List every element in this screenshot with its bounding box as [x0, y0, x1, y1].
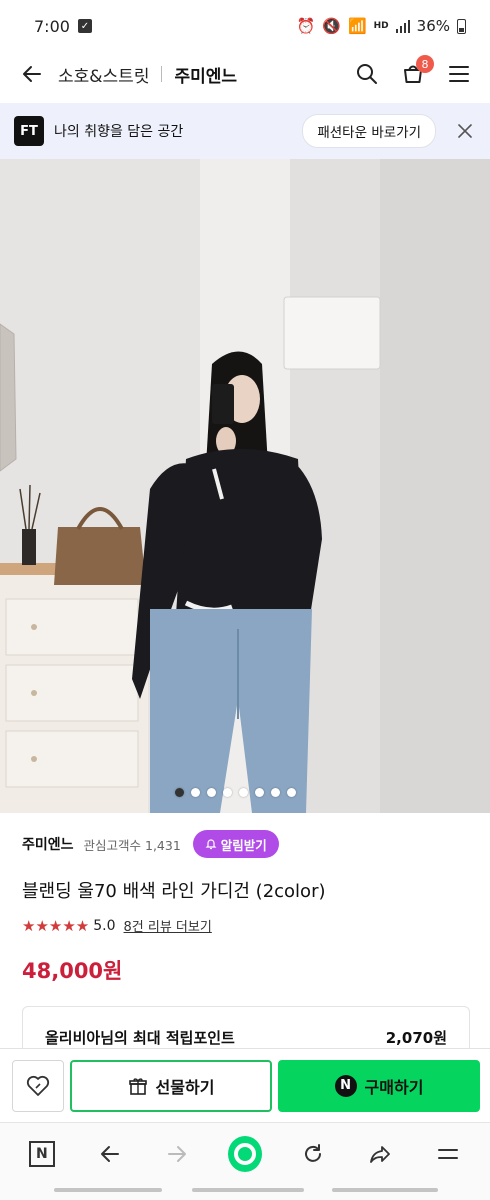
wishlist-button[interactable]	[12, 1059, 64, 1112]
product-image-carousel[interactable]	[0, 159, 490, 813]
notify-button[interactable]: 알림받기	[192, 830, 279, 858]
fashion-town-logo: FT	[14, 116, 44, 146]
gift-label: 선물하기	[155, 1077, 215, 1097]
gift-button[interactable]: 선물하기	[70, 1059, 272, 1112]
rating-value: 5.0	[93, 917, 116, 934]
naver-home-button[interactable]: N	[25, 1137, 59, 1171]
bell-plus-icon	[205, 839, 217, 850]
alarm-icon: ⏰	[296, 17, 316, 35]
carousel-dot[interactable]	[254, 788, 264, 797]
heart-icon	[26, 1075, 50, 1096]
refresh-icon[interactable]	[296, 1137, 330, 1171]
fashion-town-banner: FT 나의 취향을 담은 공간 패션타운 바로가기	[0, 103, 490, 159]
review-link[interactable]: 8건 리뷰 더보기	[124, 916, 212, 935]
shop-title[interactable]: 주미엔느	[174, 62, 237, 87]
carousel-dot[interactable]	[222, 788, 232, 797]
browser-toolbar: N	[0, 1122, 490, 1184]
status-bar: 7:00 ✓ ⏰ 🔇 📶 HD 36%	[0, 0, 490, 52]
follower-count: 관심고객수 1,431	[83, 837, 181, 853]
hd-voice-icon: HD	[373, 21, 389, 31]
star-rating: ★★★★★	[22, 916, 90, 935]
product-price: 48,000원	[22, 959, 123, 983]
battery-icon	[457, 18, 466, 34]
green-dot-button[interactable]	[227, 1135, 262, 1172]
gift-icon	[128, 1077, 147, 1095]
shopping-bag-icon[interactable]: 8	[400, 55, 434, 87]
breadcrumb-category[interactable]: 소호&스트릿	[58, 62, 149, 87]
menu-icon[interactable]	[446, 61, 472, 87]
shop-name[interactable]: 주미엔느	[22, 834, 74, 854]
status-left: 7:00 ✓	[34, 17, 92, 36]
signal-icon	[395, 19, 410, 33]
battery-percent: 36%	[416, 17, 450, 35]
product-photo	[0, 159, 490, 813]
carousel-dot[interactable]	[286, 788, 296, 797]
notification-check-icon: ✓	[77, 19, 92, 33]
header-actions: 8	[354, 55, 472, 87]
shop-info-row: 주미엔느 관심고객수 1,431 알림받기	[22, 830, 279, 858]
buy-label: 구매하기	[364, 1077, 424, 1097]
naver-home-icon: N	[28, 1140, 55, 1167]
mute-icon: 🔇	[322, 17, 341, 35]
header-divider	[161, 66, 163, 82]
naver-pay-icon: N	[334, 1074, 357, 1097]
carousel-dot[interactable]	[270, 788, 280, 797]
status-right: ⏰ 🔇 📶 HD 36%	[297, 17, 466, 35]
banner-text: 나의 취향을 담은 공간	[54, 124, 184, 140]
carousel-dot[interactable]	[238, 788, 248, 797]
back-arrow-icon[interactable]	[18, 60, 46, 88]
carousel-dot[interactable]	[206, 788, 216, 797]
cart-count-badge: 8	[416, 55, 434, 73]
browser-back-icon[interactable]	[93, 1137, 127, 1171]
carousel-dots	[0, 788, 480, 797]
app-header: 소호&스트릿 주미엔느 8	[0, 52, 490, 96]
gesture-bar	[0, 1184, 490, 1200]
carousel-dot[interactable]	[174, 788, 184, 797]
product-title: 블랜딩 울70 배색 라인 가디건 (2color)	[22, 881, 326, 902]
carousel-dot[interactable]	[190, 788, 200, 797]
rating-row: ★★★★★ 5.0 8건 리뷰 더보기	[22, 916, 212, 936]
status-time: 7:00	[34, 16, 70, 36]
green-dot-icon	[227, 1135, 262, 1172]
search-icon[interactable]	[354, 61, 380, 87]
purchase-bar: 선물하기 N 구매하기	[0, 1048, 490, 1122]
points-value: 2,070원	[385, 1029, 447, 1047]
share-icon[interactable]	[363, 1137, 397, 1171]
points-label: 올리비아님의 최대 적립포인트	[45, 1029, 235, 1047]
notify-label: 알림받기	[220, 837, 267, 853]
close-icon[interactable]	[454, 120, 476, 142]
fashion-town-link-button[interactable]: 패션타운 바로가기	[302, 114, 436, 148]
browser-forward-icon[interactable]	[160, 1137, 194, 1171]
buy-button[interactable]: N 구매하기	[278, 1059, 480, 1112]
browser-menu-icon[interactable]	[431, 1137, 465, 1171]
wifi-icon: 📶	[347, 17, 367, 35]
